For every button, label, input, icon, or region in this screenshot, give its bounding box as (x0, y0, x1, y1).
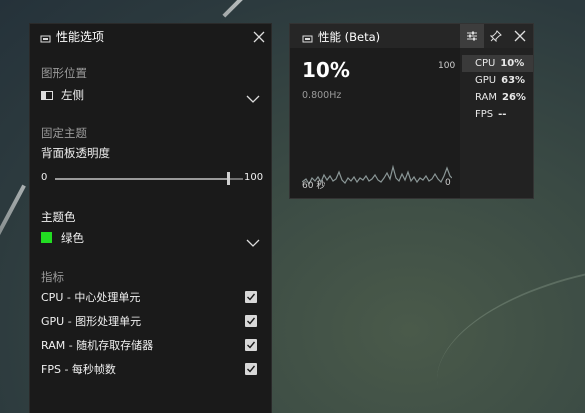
frequency-value: 0.800Hz (302, 90, 342, 101)
chevron-down-icon[interactable] (246, 89, 260, 103)
metric-value: -- (498, 109, 507, 120)
metric-option-gpu: GPU - 图形处理单元 (41, 315, 142, 328)
metric-name: GPU (475, 75, 497, 86)
background-arc (424, 266, 585, 386)
metrics-list: CPU 10% GPU 63% RAM 26% FPS -- (462, 55, 533, 123)
checkmark-icon (247, 341, 256, 349)
slider-thumb[interactable] (226, 172, 230, 185)
transparency-slider[interactable] (55, 172, 243, 185)
metric-cpu[interactable]: CPU 10% (462, 55, 533, 72)
close-icon[interactable] (252, 29, 266, 43)
theme-color-value[interactable]: 绿色 (61, 230, 84, 246)
position-left-icon (41, 91, 53, 100)
metric-value: 10% (500, 58, 525, 69)
slider-min-label: 0 (41, 172, 48, 183)
theme-color-label: 主题色 (41, 210, 76, 224)
metric-name: RAM (475, 92, 498, 103)
time-axis-left: 60 秒 (302, 181, 326, 191)
performance-options-panel: 性能选项 图形位置 左侧 固定主题 背面板透明度 0 100 主题色 绿色 指标… (30, 24, 271, 413)
color-swatch (41, 232, 52, 243)
chevron-down-icon[interactable] (246, 233, 260, 247)
metrics-label: 指标 (41, 270, 64, 284)
options-titlebar: 性能选项 (30, 24, 271, 48)
background-streak (0, 184, 26, 240)
metric-value: 26% (502, 92, 526, 103)
options-title: 性能选项 (56, 30, 105, 44)
background-streak (222, 0, 254, 18)
fps-checkbox[interactable] (245, 363, 257, 375)
current-usage-value: 10% (302, 58, 350, 82)
metric-value: 63% (501, 75, 526, 86)
performance-widget: 性能 (Beta) 10% 0.800Hz 100 60 秒 0 CPU 10% … (290, 24, 533, 198)
widget-title: 性能 (Beta) (318, 30, 381, 44)
widget-icon (302, 30, 313, 43)
metric-gpu[interactable]: GPU 63% (462, 72, 533, 89)
checkmark-icon (247, 293, 256, 301)
graph-area: 10% 0.800Hz 100 60 秒 0 (290, 48, 460, 198)
slider-max-label: 100 (244, 172, 264, 183)
scale-max-label: 100 (438, 61, 456, 71)
sliders-icon[interactable] (460, 24, 484, 48)
metric-option-fps: FPS - 每秒帧数 (41, 363, 116, 376)
metric-option-ram: RAM - 随机存取存储器 (41, 339, 154, 352)
widget-titlebar: 性能 (Beta) (290, 24, 533, 48)
checkmark-icon (247, 365, 256, 373)
checkmark-icon (247, 317, 256, 325)
graph-position-label: 图形位置 (41, 66, 87, 80)
metric-fps[interactable]: FPS -- (462, 106, 533, 123)
metric-name: FPS (475, 109, 494, 120)
transparency-label: 背面板透明度 (41, 146, 110, 160)
pin-icon[interactable] (484, 24, 508, 48)
slider-fill (55, 178, 228, 180)
close-icon[interactable] (508, 24, 532, 48)
graph-position-value[interactable]: 左侧 (61, 87, 84, 103)
gpu-checkbox[interactable] (245, 315, 257, 327)
metric-name: CPU (475, 58, 496, 69)
time-axis-right: 0 (445, 178, 451, 188)
widget-icon (40, 30, 51, 43)
metric-ram[interactable]: RAM 26% (462, 89, 533, 106)
metric-option-cpu: CPU - 中心处理单元 (41, 291, 141, 304)
ram-checkbox[interactable] (245, 339, 257, 351)
pin-theme-label: 固定主题 (41, 126, 87, 140)
cpu-checkbox[interactable] (245, 291, 257, 303)
